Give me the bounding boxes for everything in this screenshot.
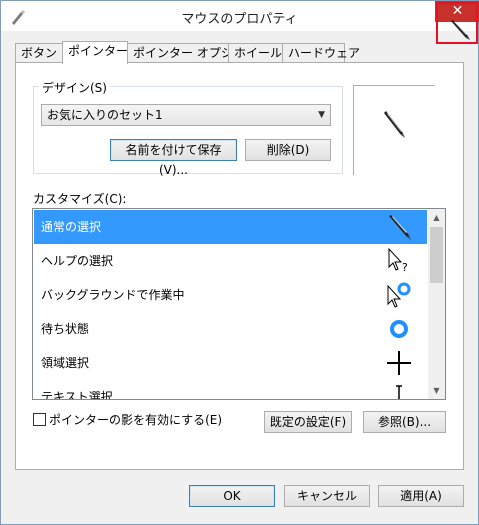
use-default-button[interactable]: 既定の設定(F) <box>264 411 352 433</box>
pen-cursor-preview-icon <box>384 111 405 138</box>
cursor-list[interactable]: 通常の選択 ヘルプの選択 ? バックグラウンドで作業中 待ち状態 領域選択 テキ… <box>32 208 446 400</box>
pointer-shadow-option[interactable]: ポインターの影を有効にする(E) <box>33 411 222 428</box>
apply-button[interactable]: 適用(A) <box>378 485 464 507</box>
list-item-text-select[interactable]: テキスト選択 <box>34 380 427 400</box>
scroll-up-icon[interactable]: ▲ <box>428 209 445 226</box>
pen-cursor-icon <box>389 215 411 240</box>
list-item-label: バックグラウンドで作業中 <box>41 288 185 302</box>
busy-ring-icon <box>390 320 408 338</box>
list-item-help-select[interactable]: ヘルプの選択 ? <box>34 244 427 278</box>
pointer-shadow-checkbox[interactable] <box>33 413 46 426</box>
scrollbar-thumb[interactable] <box>430 227 443 283</box>
customize-label: カスタマイズ(C): <box>33 192 127 206</box>
save-as-button[interactable]: 名前を付けて保存(V)... <box>110 139 237 177</box>
ibeam-icon <box>396 385 402 399</box>
list-item-label: ヘルプの選択 <box>41 254 114 268</box>
list-item-label: 通常の選択 <box>41 220 102 234</box>
browse-button[interactable]: 参照(B)... <box>363 411 446 433</box>
scheme-dropdown[interactable]: お気に入りのセット1 ▼ <box>41 104 331 126</box>
list-item-busy[interactable]: 待ち状態 <box>34 312 427 346</box>
list-item-label: 領域選択 <box>41 356 90 370</box>
list-item-normal-select[interactable]: 通常の選択 <box>34 210 427 244</box>
scheme-dropdown-value: お気に入りのセット1 <box>47 108 163 122</box>
list-item-precision-select[interactable]: 領域選択 <box>34 346 427 380</box>
tab-pointers[interactable]: ポインター <box>62 41 128 64</box>
help-cursor-icon: ? <box>388 247 408 274</box>
tab-buttons[interactable]: ボタン <box>15 43 63 62</box>
list-item-label: 待ち状態 <box>41 322 90 336</box>
crosshair-icon <box>387 351 411 375</box>
pen-cursor-icon <box>451 20 470 40</box>
chevron-down-icon: ▼ <box>318 110 325 120</box>
list-item-working-background[interactable]: バックグラウンドで作業中 <box>34 278 427 312</box>
svg-text:?: ? <box>402 261 408 274</box>
tab-pointer-options[interactable]: ポインター オプション <box>127 43 257 62</box>
list-scrollbar[interactable]: ▲ ▼ <box>428 209 445 399</box>
list-item-label: テキスト選択 <box>41 390 113 400</box>
ok-button[interactable]: OK <box>189 485 275 507</box>
scroll-down-icon[interactable]: ▼ <box>428 382 445 399</box>
pointer-shadow-label: ポインターの影を有効にする(E) <box>49 413 223 427</box>
tab-wheel[interactable]: ホイール <box>228 43 283 62</box>
title-bar[interactable]: マウスのプロパティ ✕ <box>1 1 479 44</box>
window-title: マウスのプロパティ <box>181 12 298 27</box>
design-group-label: デザイン(S) <box>39 79 110 96</box>
cancel-button[interactable]: キャンセル <box>284 485 370 507</box>
busy-background-cursor-icon <box>387 282 411 308</box>
mouse-properties-window: マウスのプロパティ ✕ ボタン ポインター ポインター オプション ホイール ハ… <box>0 0 479 525</box>
delete-button[interactable]: 削除(D) <box>245 139 331 161</box>
dialog-footer: OK キャンセル 適用(A) <box>1 471 478 524</box>
tab-hardware[interactable]: ハードウェア <box>282 43 360 62</box>
